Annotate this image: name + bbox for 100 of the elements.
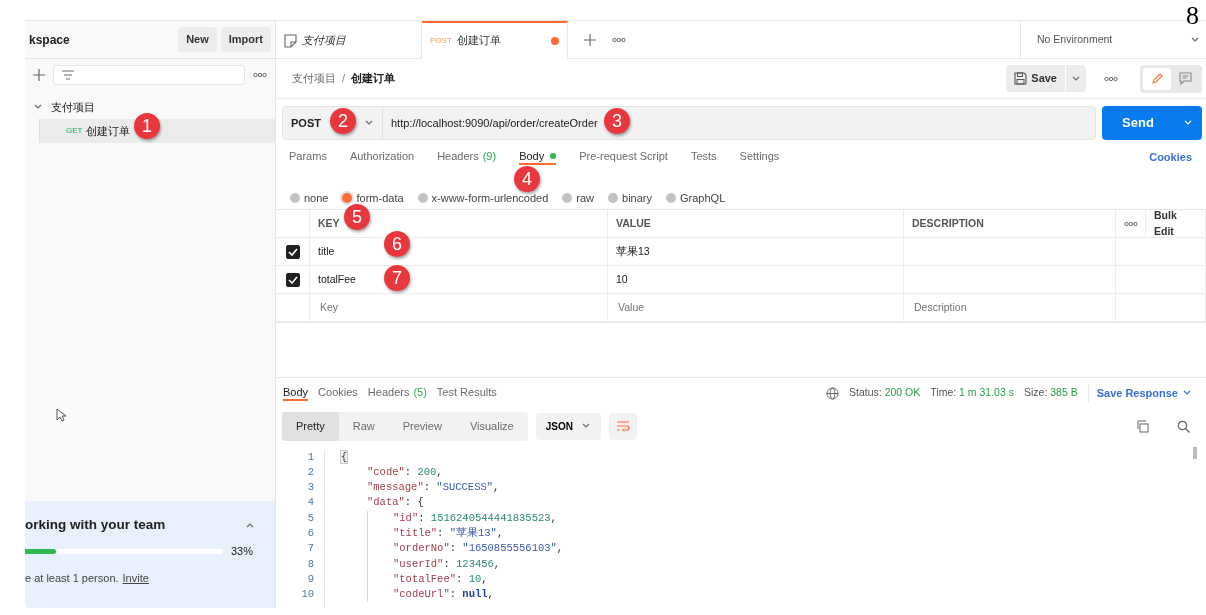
line-number: 10 [300, 587, 314, 603]
request-section-tab[interactable]: Headers (9) [437, 149, 497, 165]
globe-icon[interactable] [826, 386, 840, 400]
panel-title: orking with your team [25, 516, 166, 534]
status-text: Size: 385 B [1023, 385, 1078, 401]
line-number: 6 [306, 526, 314, 541]
code-line: "id": 1516240544441835523, [393, 510, 557, 526]
progress-reading: 33% [231, 544, 254, 560]
panel-note: e at least 1 person. [25, 570, 119, 586]
table-input-field[interactable]: Key [318, 298, 599, 317]
view-mode-tab[interactable]: Pretty [282, 412, 339, 441]
status-text: Time: 1 m 31.03 s [930, 385, 1014, 401]
table-cell: 10 [608, 266, 904, 294]
search-icon[interactable] [1177, 419, 1190, 433]
request-name: 创建订单 [86, 123, 131, 139]
tab-label: 支付项目 [302, 33, 347, 49]
save-button[interactable]: Save [1006, 65, 1065, 92]
body-type-radio[interactable]: raw [562, 189, 595, 207]
code-line: "codeUrl": null, [393, 587, 494, 603]
table-cell: 苹果13 [608, 238, 904, 266]
line-number: 4 [306, 495, 314, 511]
body-type-radio[interactable]: form-data [342, 189, 404, 207]
code-line: "data": { [367, 495, 424, 511]
environment-label: No Environment [1037, 31, 1113, 47]
code-line: "userId": 123456, [393, 556, 501, 572]
request-section-tab[interactable]: Params [289, 149, 327, 165]
document-icon [284, 33, 297, 48]
filter-field[interactable] [53, 65, 245, 85]
method-label: POST [430, 34, 452, 47]
request-section-tab[interactable]: Pre-request Script [579, 149, 668, 165]
save-response-button[interactable]: Save Response [1087, 383, 1198, 403]
request-section-tab[interactable]: Body [519, 149, 557, 165]
annotation-badge: 7 [384, 265, 410, 291]
line-number: 2 [306, 464, 314, 480]
body-type-radio[interactable]: binary [608, 189, 653, 207]
request-tab[interactable]: POST 创建订单 [422, 21, 568, 59]
filter-icon [62, 70, 74, 80]
scrollbar-thumb [1193, 447, 1197, 459]
breadcrumb-separator: / [342, 71, 346, 87]
more-icon[interactable] [1104, 75, 1118, 82]
copy-icon[interactable] [1136, 419, 1149, 433]
view-mode-tab[interactable]: Visualize [455, 412, 528, 441]
plus-icon[interactable] [584, 33, 596, 46]
more-icon[interactable] [253, 72, 267, 78]
column-header: VALUE [608, 210, 904, 238]
workspace-title: kspace [29, 31, 70, 49]
breadcrumb-link[interactable]: 支付项目 [292, 70, 336, 87]
body-type-radio[interactable]: GraphQL [666, 189, 726, 207]
line-number: 3 [306, 480, 314, 496]
code-line: "orderNo": "1650855556103", [393, 541, 564, 557]
line-number: 5 [306, 510, 314, 526]
cursor-icon [56, 408, 66, 422]
line-number: 8 [306, 556, 314, 572]
cookies-link[interactable]: Cookies [1149, 148, 1192, 166]
bulk-edit-link[interactable]: Bulk Edit [1146, 210, 1206, 238]
line-number: 7 [306, 541, 314, 557]
response-tab[interactable]: Body [283, 385, 309, 401]
request-section-tab[interactable]: Tests [690, 149, 717, 165]
more-icon[interactable] [612, 36, 626, 43]
more-icon[interactable] [1123, 220, 1138, 227]
body-type-radio[interactable]: x-www-form-urlencoded [417, 189, 549, 207]
edit-mode-button[interactable] [1143, 67, 1171, 90]
checkbox[interactable] [285, 244, 300, 259]
response-tab[interactable]: Cookies [318, 385, 358, 401]
request-section-tab[interactable]: Settings [739, 149, 780, 165]
code-line: "totalFee": 10, [393, 571, 488, 587]
send-button[interactable]: Send [1102, 106, 1174, 140]
request-section-tab[interactable]: Authorization [349, 149, 415, 165]
code-line: "title": "苹果13", [393, 526, 504, 541]
method-label: GET [66, 125, 83, 137]
line-number: 1 [306, 449, 314, 465]
checkbox[interactable] [285, 272, 300, 287]
code-line: "message": "SUCCESS", [367, 480, 500, 496]
body-type-radio[interactable]: none [290, 189, 329, 207]
view-mode-tab[interactable]: Preview [388, 412, 456, 441]
invite-link[interactable]: Invite [122, 569, 149, 587]
response-tab[interactable]: Headers (5) [367, 385, 427, 401]
breadcrumb-current: 创建订单 [351, 71, 396, 87]
save-icon [1014, 72, 1028, 85]
status-text: Status: 200 OK [849, 385, 921, 401]
annotation-badge: 6 [384, 231, 410, 257]
header-button[interactable]: Import [220, 27, 271, 52]
header-button[interactable]: New [178, 27, 217, 52]
unsaved-dot [551, 36, 559, 45]
pencil-icon [1150, 72, 1164, 85]
table-input-field[interactable]: Description [912, 298, 1107, 317]
collection-name[interactable]: 支付项目 [51, 98, 95, 116]
table-input-field[interactable]: Value [616, 298, 895, 317]
view-mode-tab[interactable]: Raw [338, 412, 389, 441]
column-header: DESCRIPTION [904, 210, 1116, 238]
tab-label: 创建订单 [456, 33, 502, 49]
wrap-icon [615, 420, 630, 433]
plus-icon[interactable] [33, 69, 45, 81]
format-select[interactable]: JSON [535, 412, 601, 440]
comment-icon [1178, 72, 1192, 85]
line-number: 9 [306, 571, 314, 587]
annotation-badge: 4 [514, 166, 540, 192]
response-tab[interactable]: Test Results [436, 385, 497, 401]
code-line: "code": 200, [367, 464, 443, 480]
annotation-badge: 5 [344, 204, 370, 230]
